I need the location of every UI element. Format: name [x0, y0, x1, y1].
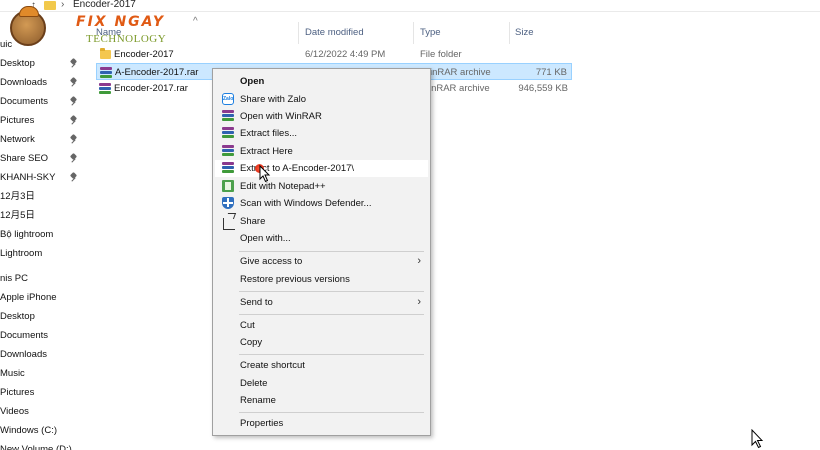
menu-separator — [239, 354, 424, 355]
menu-separator — [239, 251, 424, 252]
windows-defender-icon — [222, 197, 234, 209]
menu-item-give-access[interactable]: Give access to › — [215, 253, 428, 270]
menu-separator — [239, 314, 424, 315]
chevron-right-icon: › — [417, 255, 421, 267]
logo-title: FIX NGAY — [76, 14, 166, 30]
file-name: A-Encoder-2017.rar — [115, 67, 199, 78]
pin-icon — [70, 135, 77, 144]
file-type: File folder — [420, 49, 462, 60]
column-divider[interactable] — [509, 22, 510, 44]
menu-item-share-zalo[interactable]: Zalo Share with Zalo — [215, 91, 428, 108]
menu-item-scan-defender[interactable]: Scan with Windows Defender... — [215, 195, 428, 212]
menu-item-open-with[interactable]: Open with... — [215, 230, 428, 247]
nav-item-videos[interactable]: Videos — [0, 402, 88, 421]
menu-item-restore-versions[interactable]: Restore previous versions — [215, 271, 428, 288]
column-header-type[interactable]: Type — [420, 22, 441, 44]
file-name: Encoder-2017.rar — [114, 83, 188, 94]
nav-item-music[interactable]: Music — [0, 364, 88, 383]
nav-item-khanh-sky[interactable]: KHANH-SKY — [0, 168, 88, 187]
winrar-icon — [99, 83, 111, 94]
nav-item-downloads[interactable]: Downloads — [0, 73, 88, 92]
nav-item-bo-lightroom[interactable]: Bộ lightroom — [0, 225, 88, 244]
menu-item-cut[interactable]: Cut — [215, 317, 428, 334]
sort-ascending-icon: ^ — [193, 16, 198, 27]
column-divider[interactable] — [298, 22, 299, 44]
menu-item-open[interactable]: Open — [215, 73, 428, 90]
pin-icon — [70, 78, 77, 87]
menu-item-delete[interactable]: Delete — [215, 375, 428, 392]
winrar-icon — [222, 110, 234, 122]
file-name: Encoder-2017 — [114, 49, 174, 60]
nav-item-windows-c[interactable]: Windows (C:) — [0, 421, 88, 440]
menu-item-send-to[interactable]: Send to › — [215, 294, 428, 311]
winrar-icon — [222, 162, 234, 174]
menu-item-open-winrar[interactable]: Open with WinRAR — [215, 108, 428, 125]
nav-item-pictures[interactable]: Pictures — [0, 111, 88, 130]
column-header-date[interactable]: Date modified — [305, 22, 364, 44]
watermark-logo: FIX NGAY TECHNOLOGY — [0, 6, 170, 46]
column-divider[interactable] — [413, 22, 414, 44]
pin-icon — [70, 59, 77, 68]
menu-item-extract-to[interactable]: Extract to A-Encoder-2017\ — [215, 160, 428, 177]
logo-subtitle: TECHNOLOGY — [86, 33, 167, 45]
chevron-right-icon: › — [417, 296, 421, 308]
nav-item-dec-3[interactable]: 12月3日 — [0, 187, 88, 206]
column-header-size[interactable]: Size — [515, 22, 533, 44]
zalo-icon: Zalo — [222, 93, 234, 105]
file-row[interactable]: Encoder-2017 6/12/2022 4:49 PM File fold… — [96, 46, 572, 63]
folder-icon — [100, 48, 111, 59]
mouse-cursor-icon — [259, 165, 271, 183]
nav-item-desktop[interactable]: Desktop — [0, 54, 88, 73]
menu-separator — [239, 291, 424, 292]
nav-item-pc-downloads[interactable]: Downloads — [0, 345, 88, 364]
winrar-icon — [222, 127, 234, 139]
nav-item-documents[interactable]: Documents — [0, 92, 88, 111]
menu-item-extract-files[interactable]: Extract files... — [215, 125, 428, 142]
nav-item-pc-documents[interactable]: Documents — [0, 326, 88, 345]
nav-item-this-pc[interactable]: nis PC — [0, 269, 88, 288]
nav-item-pc-pictures[interactable]: Pictures — [0, 383, 88, 402]
nav-item-dec-5[interactable]: 12月5日 — [0, 206, 88, 225]
menu-separator — [239, 412, 424, 413]
navigation-pane[interactable]: uic Desktop Downloads Documents Pictures… — [0, 32, 88, 450]
menu-item-extract-here[interactable]: Extract Here — [215, 143, 428, 160]
share-icon — [223, 218, 235, 230]
mouse-cursor-icon — [751, 429, 764, 449]
nav-item-apple-iphone[interactable]: Apple iPhone — [0, 288, 88, 307]
menu-item-properties[interactable]: Properties — [215, 415, 428, 432]
menu-item-share[interactable]: Share — [215, 213, 428, 230]
pin-icon — [70, 154, 77, 163]
pin-icon — [70, 97, 77, 106]
nav-item-share-seo[interactable]: Share SEO — [0, 149, 88, 168]
file-size: 771 KB — [535, 67, 567, 78]
pin-icon — [70, 116, 77, 125]
context-menu[interactable]: Open Zalo Share with Zalo Open with WinR… — [212, 68, 431, 436]
nav-item-lightroom[interactable]: Lightroom — [0, 244, 88, 263]
mascot-logo-icon — [10, 6, 46, 46]
menu-item-rename[interactable]: Rename — [215, 392, 428, 409]
nav-item-pc-desktop[interactable]: Desktop — [0, 307, 88, 326]
file-date: 6/12/2022 4:49 PM — [305, 49, 386, 60]
winrar-icon — [100, 67, 112, 78]
notepad-plus-plus-icon — [222, 180, 234, 192]
menu-item-edit-notepad[interactable]: Edit with Notepad++ — [215, 178, 428, 195]
nav-item-new-volume-d[interactable]: New Volume (D:) — [0, 440, 88, 450]
file-size: 946,559 KB — [518, 83, 568, 94]
pin-icon — [70, 173, 77, 182]
winrar-icon — [222, 145, 234, 157]
file-type: WinRAR archive — [421, 67, 491, 78]
menu-item-create-shortcut[interactable]: Create shortcut — [215, 357, 428, 374]
nav-item-network[interactable]: Network — [0, 130, 88, 149]
menu-item-copy[interactable]: Copy — [215, 334, 428, 351]
